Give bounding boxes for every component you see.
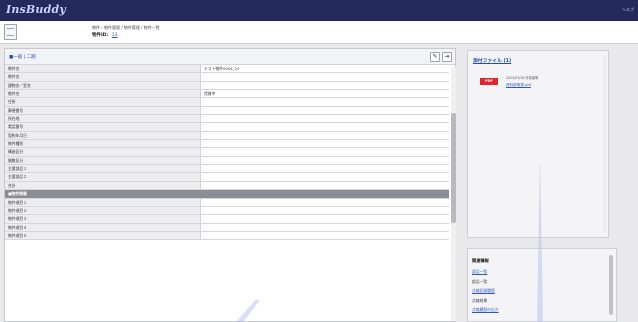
field-value: 賃貸中 [204, 91, 216, 97]
scrollbar[interactable] [451, 67, 456, 321]
field-label: 主要部品２ [5, 173, 201, 181]
field-value [201, 182, 449, 189]
record-id-label: 物件ID: [92, 33, 109, 38]
field-label: 郵便番号 [5, 106, 201, 115]
field-value [201, 215, 449, 222]
field-value [201, 115, 449, 122]
page-header: 物件・物件管理 / 物件管理 / 物件一覧 物件ID: 13 [0, 21, 638, 44]
document-icon [4, 24, 17, 40]
field-row: 主要部品２ [5, 173, 449, 182]
field-row: 所在地 [5, 115, 449, 124]
field-label: 物件名 [5, 65, 201, 73]
field-label: 物件項目５ [5, 231, 201, 240]
field-label: 契約年月日 [5, 131, 201, 140]
related-item: 点検結果 [472, 297, 488, 303]
related-item[interactable]: 部品一覧 [472, 267, 499, 277]
field-row: 建物名／室名 [5, 81, 449, 91]
field-table: 物件名 テスト物件0004_23 物件名 建物名／室名 物件名 賃貸中 住所 郵便番号 所在地電… [5, 65, 449, 241]
field-value [201, 173, 449, 180]
field-label: 物件項目１ [5, 198, 201, 206]
export-icon: ⇥ [444, 53, 450, 60]
field-value [201, 140, 449, 147]
attachment-item: PDF 2022/03/16 作成者等 資料説明書.pdf [476, 72, 606, 94]
related-scrollbar[interactable] [609, 255, 613, 315]
field-row: 住所 [5, 98, 449, 107]
top-bar: InsBuddy ヘルプ [0, 0, 638, 21]
field-value [201, 165, 449, 172]
panel-header: ■一般 | 二期 ✎ ⇥ [5, 49, 455, 65]
related-item: 部品一覧 [472, 278, 488, 284]
field-row: 主要部品１ [5, 165, 449, 174]
field-row: 物件項目１ [5, 198, 449, 207]
field-row: 物件項目３ [5, 215, 449, 224]
attachment-link[interactable]: 資料説明書.pdf [506, 83, 531, 88]
field-value [201, 123, 449, 130]
field-row: 物件項目４ [5, 223, 449, 232]
field-row: 物件項目２ [5, 206, 449, 216]
breadcrumb[interactable]: 物件・物件管理 / 物件管理 / 物件一覧 [92, 25, 160, 31]
field-row: 物件名 テスト物件0004_23 [5, 65, 449, 74]
panel-title[interactable]: ■一般 | 二期 [9, 54, 36, 60]
attachment-date: 2022/03/16 作成者等 [506, 76, 539, 80]
field-label: 物件項目３ [5, 215, 201, 223]
export-button[interactable]: ⇥ [442, 52, 452, 62]
field-value [201, 157, 449, 164]
field-value [201, 224, 449, 231]
section-header-row: ■物件情報 [5, 190, 449, 199]
record-id-link[interactable]: 13 [112, 33, 118, 38]
field-value [201, 232, 449, 239]
field-label: 物件名 [5, 73, 201, 81]
scrollbar-thumb[interactable] [451, 113, 456, 223]
attachments-title[interactable]: 添付ファイル (1) [473, 57, 511, 64]
field-value [201, 132, 449, 139]
detail-panel: ■一般 | 二期 ✎ ⇥ 物件名 テスト物件0004_23 物件名 建物名／室名 物件名… [4, 48, 456, 322]
field-value [201, 82, 449, 89]
app-logo[interactable]: InsBuddy [6, 3, 66, 16]
attachments-scrollbar[interactable] [603, 55, 606, 233]
related-item[interactable]: 点検履歴の出力 [472, 305, 499, 315]
field-label: 合計 [5, 181, 201, 190]
record-id: 物件ID: 13 [92, 32, 118, 38]
field-label: 構造区分 [5, 148, 201, 156]
field-row: 物件名 [5, 73, 449, 82]
field-label: 所在地 [5, 115, 201, 123]
field-value [201, 73, 449, 80]
field-row: 構造区分 [5, 148, 449, 157]
field-row: 郵便番号 [5, 106, 449, 116]
top-right-link[interactable]: ヘルプ [622, 7, 634, 13]
related-item[interactable]: 点検記録履歴 [472, 286, 499, 296]
field-row: 契約年月日 [5, 131, 449, 141]
field-row: 物件種別 [5, 140, 449, 149]
field-label: 建物名／室名 [5, 81, 201, 90]
field-label: 住所 [5, 98, 201, 106]
field-row: 物件名 賃貸中 [5, 90, 449, 99]
field-label: 主要部品１ [5, 165, 201, 173]
field-value: テスト物件0004_23 [204, 66, 240, 71]
related-list: 部品一覧 部品一覧点検記録履歴 点検結果点検履歴の出力 [472, 267, 499, 315]
field-row: 物件項目５ [5, 231, 449, 241]
related-title: 関連情報 [472, 258, 489, 263]
field-value [201, 107, 449, 114]
field-value [201, 98, 449, 105]
pdf-file-icon[interactable]: PDF [480, 78, 498, 85]
field-row: 合計 [5, 181, 449, 191]
field-label: ■物件情報 [5, 190, 449, 198]
field-label: 電話番号 [5, 123, 201, 131]
field-row: 電話番号 [5, 123, 449, 132]
field-value [201, 199, 449, 206]
edit-button[interactable]: ✎ [430, 52, 440, 62]
field-row: 階数区分 [5, 156, 449, 166]
field-value [201, 207, 449, 214]
field-label: 物件項目２ [5, 206, 201, 215]
pencil-icon: ✎ [432, 53, 438, 60]
field-label: 物件名 [5, 90, 201, 98]
field-label: 物件項目４ [5, 223, 201, 231]
field-value [201, 148, 449, 155]
attachments-panel: 添付ファイル (1) PDF 2022/03/16 作成者等 資料説明書.pdf [467, 50, 609, 238]
field-label: 階数区分 [5, 156, 201, 165]
field-label: 物件種別 [5, 140, 201, 148]
